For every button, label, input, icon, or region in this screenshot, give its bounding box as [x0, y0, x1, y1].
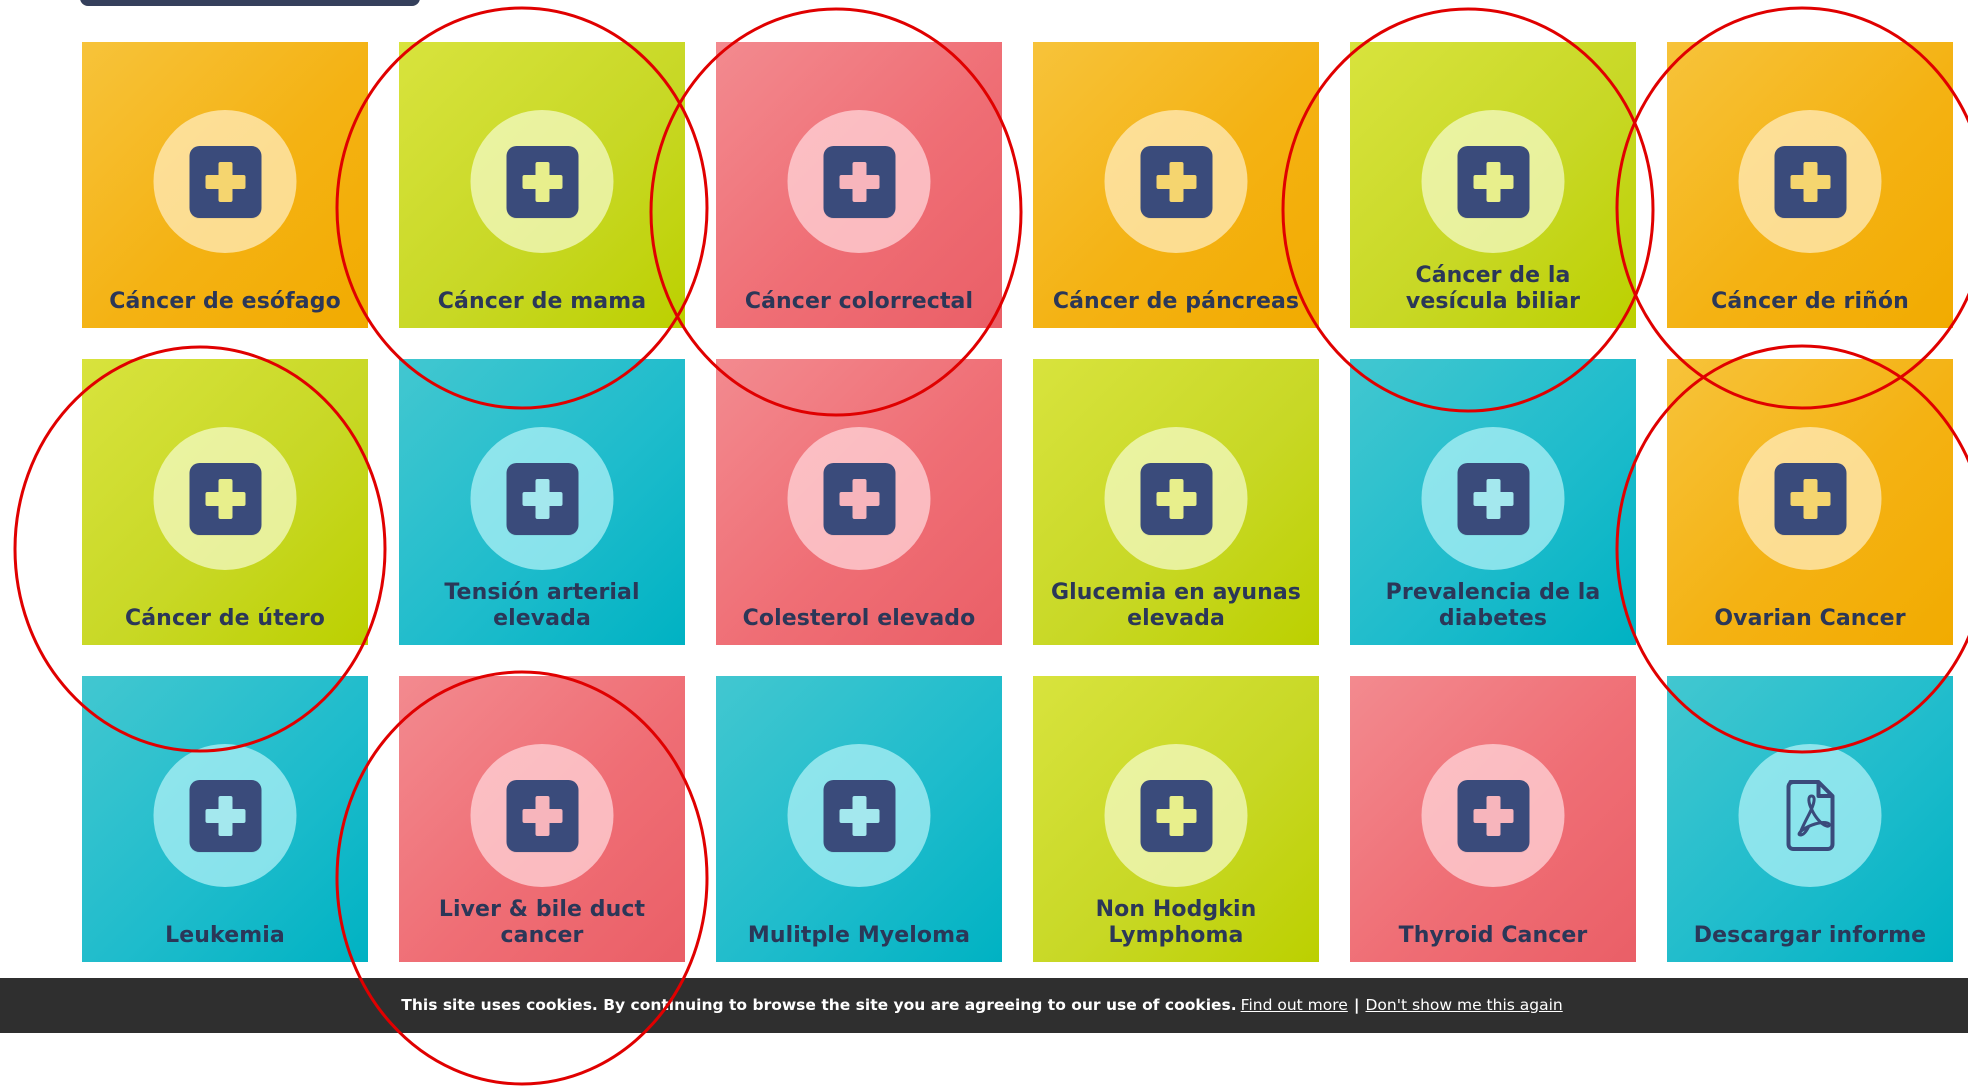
cookie-banner: This site uses cookies. By continuing to… — [0, 978, 1968, 1033]
medical-plus-icon — [787, 427, 931, 570]
medical-plus-icon — [1421, 744, 1565, 887]
tile-label: Prevalencia de la diabetes — [1385, 580, 1601, 631]
tile-label: Leukemia — [165, 922, 285, 948]
tile-cancer-colorrectal[interactable]: Cáncer colorrectal — [716, 42, 1002, 328]
pdf-file-icon — [1738, 744, 1882, 887]
tile-label: Liver & bile duct cancer — [438, 897, 646, 948]
medical-plus-icon — [470, 744, 614, 887]
tile-label: Ovarian Cancer — [1714, 605, 1906, 631]
tile-label: Cáncer colorrectal — [744, 288, 974, 314]
tile-descargar-informe[interactable]: Descargar informe — [1667, 676, 1953, 962]
tile-cancer-de-la-vesicula-biliar[interactable]: Cáncer de la vesícula biliar — [1350, 42, 1636, 328]
tile-label: Glucemia en ayunas elevada — [1050, 580, 1301, 631]
tile-label: Cáncer de riñón — [1711, 288, 1909, 314]
medical-plus-icon — [1738, 110, 1882, 253]
tile-label: Tensión arterial elevada — [444, 580, 640, 631]
medical-plus-icon — [1104, 744, 1248, 887]
tile-prevalencia-de-la-diabetes[interactable]: Prevalencia de la diabetes — [1350, 359, 1636, 645]
tile-label: Cáncer de esófago — [109, 288, 341, 314]
tile-thyroid-cancer[interactable]: Thyroid Cancer — [1350, 676, 1636, 962]
medical-plus-icon — [1104, 110, 1248, 253]
tile-cancer-de-rinon[interactable]: Cáncer de riñón — [1667, 42, 1953, 328]
tile-cancer-de-pancreas[interactable]: Cáncer de páncreas — [1033, 42, 1319, 328]
medical-plus-icon — [470, 427, 614, 570]
medical-plus-icon — [1421, 427, 1565, 570]
tile-tension-arterial-elevada[interactable]: Tensión arterial elevada — [399, 359, 685, 645]
tile-label: Non Hodgkin Lymphoma — [1095, 897, 1257, 948]
tile-glucemia-en-ayunas-elevada[interactable]: Glucemia en ayunas elevada — [1033, 359, 1319, 645]
medical-plus-icon — [153, 110, 297, 253]
tile-label: Thyroid Cancer — [1398, 922, 1588, 948]
tile-label: Cáncer de mama — [437, 288, 647, 314]
page: Cáncer de esófago Cáncer de mama Cáncer … — [0, 0, 1968, 1088]
cropped-heading-fragment — [80, 0, 420, 6]
tile-leukemia[interactable]: Leukemia — [82, 676, 368, 962]
medical-plus-icon — [787, 110, 931, 253]
tile-ovarian-cancer[interactable]: Ovarian Cancer — [1667, 359, 1953, 645]
medical-plus-icon — [1738, 427, 1882, 570]
dont-show-again-link[interactable]: Don't show me this again — [1365, 997, 1562, 1014]
tile-liver-bile-duct-cancer[interactable]: Liver & bile duct cancer — [399, 676, 685, 962]
tile-label: Cáncer de útero — [124, 605, 325, 631]
tile-colesterol-elevado[interactable]: Colesterol elevado — [716, 359, 1002, 645]
tile-label: Colesterol elevado — [742, 605, 976, 631]
tile-cancer-de-esofago[interactable]: Cáncer de esófago — [82, 42, 368, 328]
medical-plus-icon — [470, 110, 614, 253]
tile-multiple-myeloma[interactable]: Mulitple Myeloma — [716, 676, 1002, 962]
tile-non-hodgkin-lymphoma[interactable]: Non Hodgkin Lymphoma — [1033, 676, 1319, 962]
medical-plus-icon — [153, 744, 297, 887]
find-out-more-link[interactable]: Find out more — [1241, 997, 1348, 1014]
tile-label: Cáncer de la vesícula biliar — [1405, 263, 1581, 314]
cookie-link-separator: | — [1353, 995, 1360, 1014]
medical-plus-icon — [1104, 427, 1248, 570]
tile-label: Descargar informe — [1693, 922, 1927, 948]
cookie-notice-text: This site uses cookies. By continuing to… — [401, 995, 1237, 1014]
medical-plus-icon — [153, 427, 297, 570]
tile-cancer-de-mama[interactable]: Cáncer de mama — [399, 42, 685, 328]
medical-plus-icon — [1421, 110, 1565, 253]
tile-label: Cáncer de páncreas — [1052, 288, 1300, 314]
tile-cancer-de-utero[interactable]: Cáncer de útero — [82, 359, 368, 645]
tile-label: Mulitple Myeloma — [747, 922, 971, 948]
medical-plus-icon — [787, 744, 931, 887]
